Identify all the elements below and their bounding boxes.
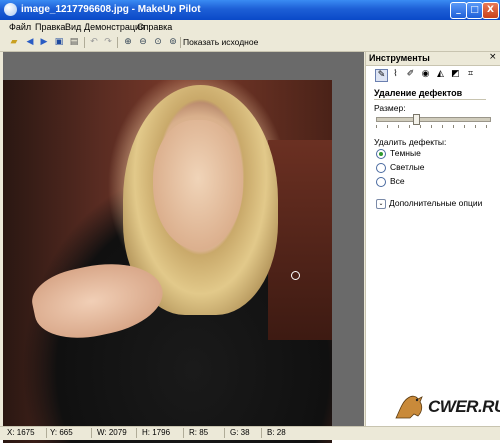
photo-face [153,120,243,250]
size-slider[interactable] [376,114,491,125]
maximize-button[interactable]: □ [466,2,483,19]
menu-demo[interactable]: Демонстрация [84,22,145,32]
open-icon[interactable]: ▰ [8,36,20,48]
size-slider-thumb[interactable] [413,114,420,125]
radio-all[interactable] [376,177,386,187]
tools-panel-title: Инструменты [369,53,430,63]
toolbar-separator [117,37,118,48]
section-divider [374,99,486,100]
zoom-actual-icon[interactable]: ⊚ [167,36,179,48]
menu-view[interactable]: Вид [65,22,81,32]
status-divider [183,428,184,438]
redo-icon[interactable]: ↷ [102,36,114,48]
watermark-text: CWER.RU [428,397,500,416]
radio-light-label[interactable]: Светлые [390,162,425,172]
radio-dark[interactable] [376,149,386,159]
levels-tool-icon[interactable]: ◩ [450,69,461,80]
extra-options-label: Дополнительные опции [389,198,483,208]
status-h: H: 1796 [142,428,171,437]
status-divider [224,428,225,438]
toolbar: ▰ ◀ ▶ ▣ ▤ ↶ ↷ ⊕ ⊖ ⊙ ⊚ Показать исходное [0,34,500,52]
window-title: image_1217796608.jpg - MakeUp Pilot [21,4,201,15]
close-button[interactable]: X [482,2,499,19]
toolbar-separator [84,37,85,48]
remove-defects-label: Удалить дефекты: [374,137,447,147]
defect-removal-tool-icon[interactable]: ✎ [375,69,388,82]
status-x: X: 1675 [7,428,35,437]
undo-icon[interactable]: ↶ [88,36,100,48]
radio-dark-label[interactable]: Темные [390,148,421,158]
save-icon[interactable]: ▣ [53,36,65,48]
status-g: G: 38 [230,428,250,437]
status-y: Y: 665 [50,428,73,437]
smooth-tool-icon[interactable]: ⌇ [390,69,401,80]
zoom-fit-icon[interactable]: ⊙ [152,36,164,48]
show-original-button[interactable]: Показать исходное [183,36,258,48]
color-tool-icon[interactable]: ◭ [435,69,446,80]
tools-panel-header: Инструменты × [366,52,500,66]
kangaroo-logo-icon [395,395,423,419]
status-divider [46,428,47,438]
radio-all-label[interactable]: Все [390,176,405,186]
menu-bar: Файл Правка Вид Демонстрация Справка [0,20,500,34]
eye-tool-icon[interactable]: ◉ [420,69,431,80]
status-bar: X: 1675 Y: 665 W: 2079 H: 1796 R: 85 G: … [0,426,500,440]
title-bar[interactable]: image_1217796608.jpg - MakeUp Pilot _ □ … [0,0,500,20]
status-b: B: 28 [267,428,286,437]
minimize-button[interactable]: _ [450,2,467,19]
photo-wall [268,140,332,340]
back-arrow-icon[interactable]: ◀ [24,36,36,48]
status-r: R: 85 [189,428,209,437]
forward-arrow-icon[interactable]: ▶ [38,36,50,48]
photo[interactable] [3,80,332,443]
chevron-down-icon: ⌄ [376,198,386,209]
menu-file[interactable]: Файл [9,22,31,32]
print-icon[interactable]: ▤ [68,36,80,48]
zoom-out-icon[interactable]: ⊖ [137,36,149,48]
image-canvas[interactable] [3,52,364,443]
slider-ticks [376,125,489,128]
brush-cursor-icon [291,271,300,280]
section-title: Удаление дефектов [374,88,463,98]
toolbar-separator [180,37,181,48]
watermark-logo: CWER.RU [386,392,500,422]
panel-close-icon[interactable]: × [489,52,497,62]
menu-edit[interactable]: Правка [35,22,65,32]
extra-options-toggle[interactable]: ⌄ Дополнительные опции [376,198,482,209]
brush-tool-icon[interactable]: ✐ [405,69,416,80]
zoom-in-icon[interactable]: ⊕ [122,36,134,48]
tools-panel: Инструменты × ✎ ⌇ ✐ ◉ ◭ ◩ ⌗ Удаление деф… [365,52,500,426]
radio-light[interactable] [376,163,386,173]
status-divider [136,428,137,438]
app-window: image_1217796608.jpg - MakeUp Pilot _ □ … [0,0,500,443]
status-w: W: 2079 [97,428,127,437]
status-divider [261,428,262,438]
size-label: Размер: [374,103,406,113]
crop-tool-icon[interactable]: ⌗ [465,69,476,80]
app-icon [4,3,17,16]
status-divider [91,428,92,438]
menu-help[interactable]: Справка [137,22,172,32]
